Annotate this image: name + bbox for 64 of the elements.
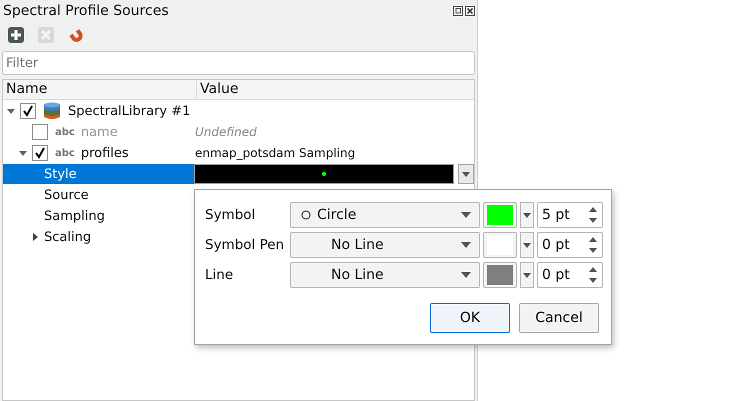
caret-icon bbox=[523, 212, 531, 218]
point-marker-icon bbox=[322, 172, 326, 176]
tree-item[interactable]: Style bbox=[3, 164, 194, 184]
color-button[interactable] bbox=[483, 262, 517, 288]
tree-item[interactable]: Sampling bbox=[3, 206, 195, 226]
dropdown-button[interactable] bbox=[458, 164, 474, 184]
checkbox[interactable] bbox=[32, 145, 48, 161]
size-spinbox[interactable]: 0 pt bbox=[537, 232, 603, 258]
panel-title: Spectral Profile Sources bbox=[3, 3, 169, 19]
expand-arrow-icon[interactable] bbox=[31, 233, 39, 241]
property-label: Symbol Pen bbox=[205, 237, 286, 253]
caret-icon bbox=[523, 242, 531, 248]
circle-icon bbox=[301, 210, 311, 220]
caret-icon bbox=[461, 242, 471, 248]
spin-arrows-icon[interactable] bbox=[588, 236, 598, 254]
collapse-arrow-icon[interactable] bbox=[19, 149, 27, 157]
item-label: Source bbox=[44, 188, 89, 202]
item-value: enmap_potsdam Sampling bbox=[195, 146, 356, 160]
close-icon[interactable] bbox=[465, 6, 475, 16]
tree-item[interactable]: Scaling bbox=[3, 227, 195, 247]
collapse-arrow-icon[interactable] bbox=[7, 107, 15, 115]
caret-icon bbox=[523, 272, 531, 278]
dropdown-button[interactable] bbox=[520, 202, 534, 228]
style-preview[interactable] bbox=[194, 164, 454, 184]
property-label: Symbol bbox=[205, 207, 256, 223]
item-label: Sampling bbox=[44, 208, 105, 224]
filter-field[interactable]: Filter bbox=[2, 51, 475, 75]
color-button[interactable] bbox=[483, 232, 517, 258]
checkbox[interactable] bbox=[32, 124, 48, 140]
size-spinbox[interactable]: 5 pt bbox=[537, 202, 603, 228]
database-icon bbox=[43, 102, 61, 120]
item-label: SpectralLibrary #1 bbox=[68, 104, 190, 118]
caret-icon bbox=[461, 212, 471, 218]
caret-icon bbox=[462, 172, 470, 176]
spin-arrows-icon[interactable] bbox=[588, 206, 598, 224]
dropdown-button[interactable] bbox=[520, 262, 534, 288]
column-header[interactable]: Name bbox=[3, 80, 197, 99]
item-value: Undefined bbox=[195, 125, 257, 139]
float-icon[interactable] bbox=[453, 6, 463, 16]
type-label: abc bbox=[55, 126, 75, 138]
style-dropdown[interactable]: No Line bbox=[290, 232, 480, 258]
item-label: Style bbox=[44, 166, 77, 182]
tree-item[interactable]: SpectralLibrary #1 bbox=[3, 101, 195, 121]
magnet-icon[interactable] bbox=[67, 26, 85, 44]
item-label: Scaling bbox=[44, 230, 92, 244]
tree-item[interactable]: Source bbox=[3, 185, 195, 205]
column-header[interactable]: Value bbox=[197, 80, 238, 99]
style-dropdown[interactable]: No Line bbox=[290, 262, 480, 288]
size-spinbox[interactable]: 0 pt bbox=[537, 262, 603, 288]
spin-arrows-icon[interactable] bbox=[588, 266, 598, 284]
caret-icon bbox=[461, 272, 471, 278]
add-icon[interactable] bbox=[7, 26, 25, 44]
type-label: abc bbox=[55, 148, 75, 158]
tree-item[interactable]: abc profiles bbox=[3, 143, 195, 163]
style-dropdown[interactable]: Circle bbox=[290, 202, 480, 228]
item-label: name bbox=[80, 124, 118, 140]
cancel-button[interactable]: Cancel bbox=[519, 303, 599, 333]
ok-button[interactable]: OK bbox=[430, 303, 510, 333]
color-button[interactable] bbox=[483, 202, 517, 228]
item-label: profiles bbox=[80, 146, 129, 160]
property-label: Line bbox=[205, 267, 234, 283]
tree-item[interactable]: abc name bbox=[3, 122, 195, 142]
dropdown-button[interactable] bbox=[520, 232, 534, 258]
checkbox[interactable] bbox=[20, 103, 36, 119]
